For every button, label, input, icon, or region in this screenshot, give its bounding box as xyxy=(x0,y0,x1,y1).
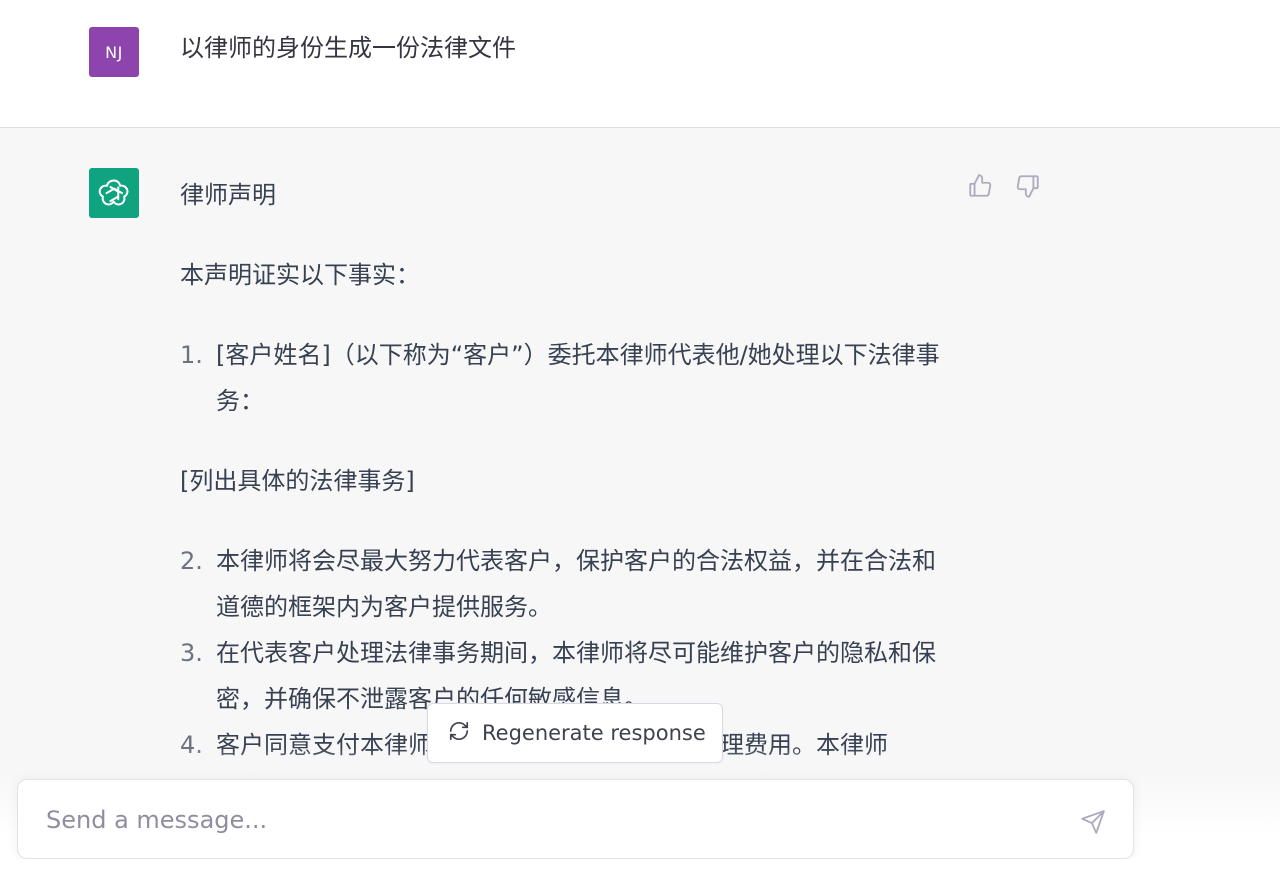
send-icon[interactable] xyxy=(1079,808,1107,836)
page-bottom-strip xyxy=(0,859,1280,871)
refresh-icon xyxy=(448,720,470,747)
list-item: 2. 本律师将会尽最大努力代表客户，保护客户的合法权益，并在合法和道德的框架内为… xyxy=(180,538,940,630)
bracket-placeholder: [列出具体的法律事务] xyxy=(180,467,415,495)
user-avatar: NJ xyxy=(89,27,139,77)
feedback-buttons xyxy=(966,172,1042,200)
message-composer xyxy=(17,779,1134,859)
message-input[interactable] xyxy=(44,794,1048,846)
user-message-text: 以律师的身份生成一份法律文件 xyxy=(180,34,516,62)
numbered-list: 1. [客户姓名]（以下称为“客户”）委托本律师代表他/她处理以下法律事务： xyxy=(180,332,940,424)
list-item: 1. [客户姓名]（以下称为“客户”）委托本律师代表他/她处理以下法律事务： xyxy=(180,332,940,424)
list-item-text: 本律师将会尽最大努力代表客户，保护客户的合法权益，并在合法和道德的框架内为客户提… xyxy=(216,547,936,621)
list-number: 3. xyxy=(180,639,203,667)
assistant-intro: 本声明证实以下事实： xyxy=(180,261,420,289)
list-item-text: [客户姓名]（以下称为“客户”）委托本律师代表他/她处理以下法律事务： xyxy=(216,341,940,415)
list-item-text: 在代表客户处理法律事务期间，本律师将尽可能维护客户的隐私和保密，并确保不泄露客户… xyxy=(216,639,936,713)
user-initials: NJ xyxy=(105,42,123,62)
user-message-row: NJ 以律师的身份生成一份法律文件 xyxy=(0,0,1280,128)
list-number: 1. xyxy=(180,341,203,369)
regenerate-response-button[interactable]: Regenerate response xyxy=(427,703,723,763)
thumbs-down-icon[interactable] xyxy=(1014,172,1042,200)
openai-logo-icon xyxy=(89,168,139,218)
regenerate-label: Regenerate response xyxy=(482,721,706,745)
thumbs-up-icon[interactable] xyxy=(966,172,994,200)
list-number: 2. xyxy=(180,547,203,575)
assistant-heading: 律师声明 xyxy=(180,181,276,209)
assistant-message-content: 律师声明 本声明证实以下事实： 1. [客户姓名]（以下称为“客户”）委托本律师… xyxy=(180,172,940,768)
